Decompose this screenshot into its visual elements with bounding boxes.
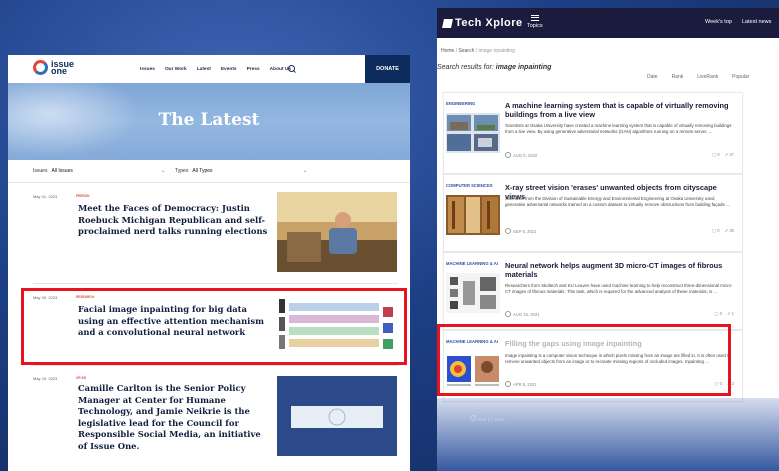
- search-results-label: Search results for: image inpainting: [437, 64, 552, 71]
- filter-bar: Issues All Issues ⌄ Types All Types ⌄: [8, 160, 410, 183]
- faded-result-date: MAR 17, 2021: [470, 415, 504, 422]
- techxplore-bottom-fade: [437, 398, 779, 471]
- clock-icon: [470, 415, 476, 421]
- result-description: Researchers from Skoltech and KU Leuven …: [505, 283, 733, 294]
- breadcrumb-current: image inpainting: [478, 48, 515, 54]
- article-headline[interactable]: Meet the Faces of Democracy: Justin Roeb…: [78, 203, 268, 238]
- issues-filter[interactable]: Issues All Issues: [33, 168, 73, 174]
- highlight-box-issueone-article: [21, 288, 407, 365]
- issueone-logo-ring-icon: [33, 60, 48, 75]
- topics-label: Topics: [527, 22, 543, 29]
- hero-banner: The Latest: [8, 83, 410, 160]
- article-image[interactable]: [277, 192, 397, 272]
- highlight-box-techxplore-result: [437, 324, 731, 396]
- search-icon[interactable]: [288, 65, 295, 72]
- shares-count: ⇗ 30: [724, 228, 734, 233]
- result-thumbnail[interactable]: [446, 113, 500, 153]
- divider: [33, 283, 398, 284]
- issueone-navbar: issue one Issues Our Work Latest Events …: [8, 55, 410, 83]
- comments-count: ▢ 0: [712, 152, 720, 157]
- result-category[interactable]: ENGINEERING: [446, 101, 475, 106]
- donate-button[interactable]: DONATE: [365, 55, 410, 83]
- page-title: The Latest: [158, 110, 260, 130]
- nav-issues[interactable]: Issues: [140, 67, 155, 72]
- share-icon: ⇗: [724, 152, 729, 157]
- search-result-card[interactable]: ENGINEERING A machine learning system th…: [443, 92, 743, 174]
- comment-icon: ▢: [714, 311, 719, 316]
- result-category[interactable]: COMPUTER SCIENCES: [446, 183, 493, 188]
- comments-count: ▢ 0: [714, 311, 722, 316]
- breadcrumb-search[interactable]: Search: [459, 48, 475, 54]
- techxplore-logo-mark-icon: [442, 18, 453, 28]
- sort-liverank[interactable]: LiveRank: [697, 74, 718, 80]
- issueone-main-menu: Issues Our Work Latest Events Press Abou…: [140, 67, 291, 72]
- result-stats: ▢ 0 ⇗ 47: [712, 152, 734, 157]
- sort-options: Date Rank LiveRank Popular: [647, 74, 749, 80]
- article-headline[interactable]: Camille Carlton is the Senior Policy Man…: [78, 383, 268, 452]
- topics-menu-button[interactable]: Topics: [527, 13, 543, 29]
- issueone-logo-word-2: one: [51, 65, 68, 76]
- weeks-top-link[interactable]: Week's top: [705, 19, 732, 25]
- breadcrumb: Home / Search / image inpainting: [441, 48, 515, 54]
- sort-popular[interactable]: Popular: [732, 74, 749, 80]
- result-date: AUG 5, 2022: [505, 152, 537, 158]
- nav-our-work[interactable]: Our Work: [165, 67, 187, 72]
- clock-icon: [505, 152, 511, 158]
- shares-count: ⇗ 1: [726, 311, 734, 316]
- issueone-window: issue one Issues Our Work Latest Events …: [8, 55, 410, 471]
- comment-icon: ▢: [712, 228, 717, 233]
- divider: [33, 365, 398, 366]
- clock-icon: [505, 311, 511, 317]
- search-result-card[interactable]: COMPUTER SCIENCES X-ray street vision 'e…: [443, 174, 743, 252]
- result-description: Scientists at Osaka University have crea…: [505, 123, 732, 134]
- article-image[interactable]: [277, 376, 397, 456]
- share-icon: ⇗: [724, 228, 729, 233]
- techxplore-logo-text: Tech Xplore: [455, 17, 523, 29]
- result-title[interactable]: Neural network helps augment 3D micro-CT…: [505, 261, 735, 279]
- nav-events[interactable]: Events: [221, 67, 237, 72]
- article-item[interactable]: May 25, 2023 OP-ED Camille Carlton is th…: [8, 374, 410, 471]
- sort-date[interactable]: Date: [647, 74, 658, 80]
- result-category[interactable]: MACHINE LEARNING & AI: [446, 261, 498, 266]
- article-date: May 31, 2023: [33, 194, 58, 199]
- article-tag[interactable]: OP-ED: [76, 376, 86, 380]
- issueone-logo[interactable]: issue one: [33, 59, 74, 76]
- shares-count: ⇗ 47: [724, 152, 734, 157]
- techxplore-logo[interactable]: Tech Xplore: [442, 17, 523, 29]
- hamburger-icon: [530, 14, 539, 21]
- nav-press[interactable]: Press: [247, 67, 260, 72]
- article-item[interactable]: May 31, 2023 PERSON Meet the Faces of De…: [8, 192, 410, 287]
- result-stats: ▢ 0 ⇗ 30: [712, 228, 734, 233]
- chevron-down-icon[interactable]: ⌄: [303, 168, 307, 174]
- techxplore-navbar: Tech Xplore Topics Week's top Latest new…: [437, 8, 779, 38]
- chevron-down-icon[interactable]: ⌄: [161, 168, 165, 174]
- clock-icon: [505, 228, 511, 234]
- search-results-header: Search results for: image inpainting: [437, 54, 779, 71]
- result-stats: ▢ 0 ⇗ 1: [714, 311, 734, 316]
- result-title[interactable]: A machine learning system that is capabl…: [505, 101, 735, 119]
- search-query: image inpainting: [495, 64, 552, 71]
- result-date: SEP 6, 2021: [505, 228, 536, 234]
- types-filter[interactable]: Types All Types: [175, 168, 213, 174]
- latest-news-link[interactable]: Latest news: [742, 19, 771, 25]
- result-description: Scientists from the Division of Sustaina…: [505, 196, 730, 207]
- article-date: May 25, 2023: [33, 376, 58, 381]
- nav-latest[interactable]: Latest: [197, 67, 211, 72]
- result-date: AUG 16, 2021: [505, 311, 540, 317]
- search-result-card[interactable]: MACHINE LEARNING & AI Neural network hel…: [443, 252, 743, 330]
- article-tag[interactable]: PERSON: [76, 194, 89, 198]
- comments-count: ▢ 0: [712, 228, 720, 233]
- sort-rank[interactable]: Rank: [672, 74, 684, 80]
- comment-icon: ▢: [712, 152, 717, 157]
- result-thumbnail[interactable]: [446, 273, 500, 313]
- breadcrumb-home[interactable]: Home: [441, 48, 454, 54]
- result-thumbnail[interactable]: [446, 195, 500, 235]
- share-icon: ⇗: [726, 311, 731, 316]
